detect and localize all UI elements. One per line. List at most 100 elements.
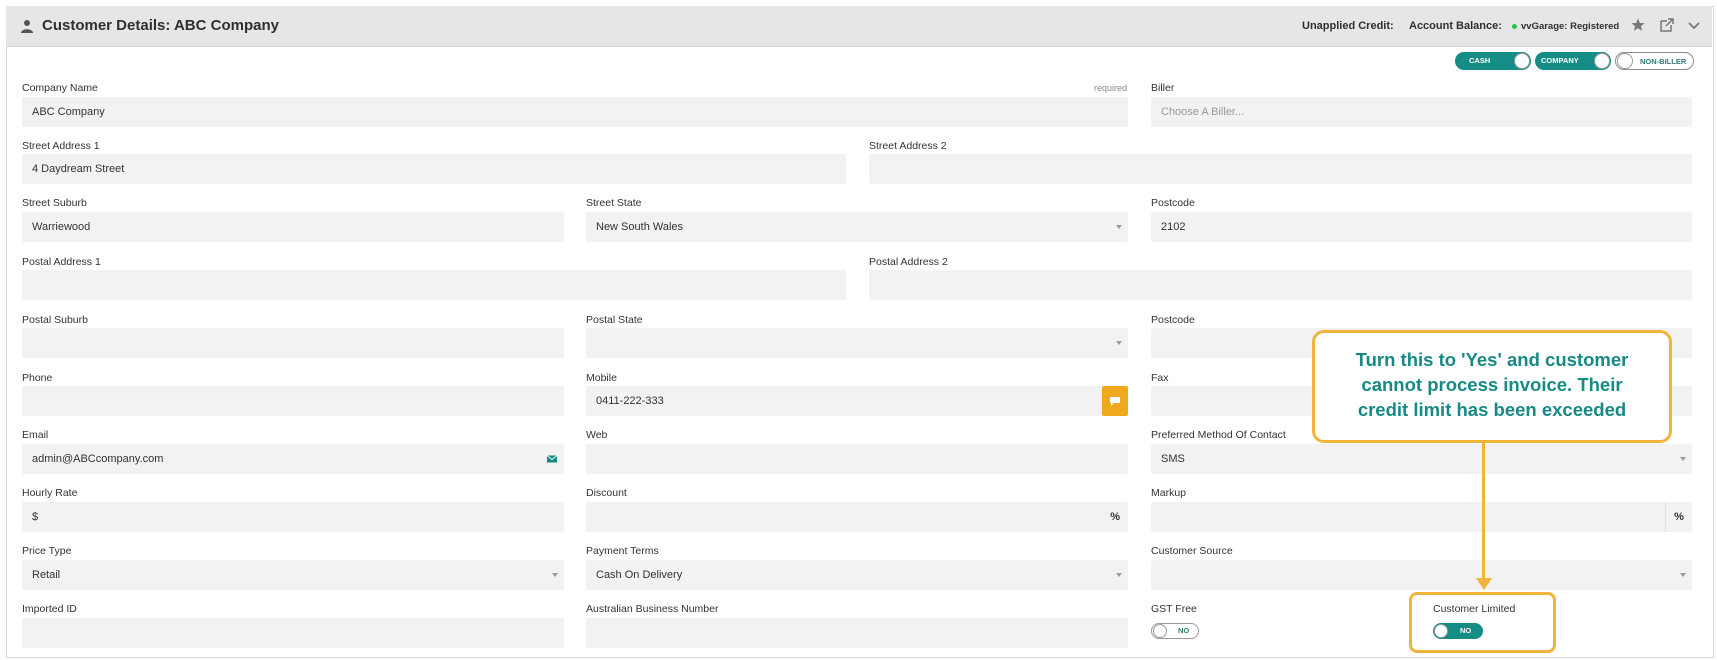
imported-id-input[interactable] <box>22 618 564 648</box>
cash-label: CASH <box>1469 56 1491 65</box>
street-suburb-input[interactable]: Warriewood <box>22 212 564 242</box>
hourly-rate-value: $ <box>32 511 39 523</box>
preferred-contact-label: Preferred Method Of Contact <box>1151 429 1286 441</box>
company-name-label: Company Name <box>22 82 98 94</box>
postal-suburb-input[interactable] <box>22 328 564 358</box>
customer-limited-highlight <box>1409 592 1556 653</box>
callout-line-3: credit limit has been exceeded <box>1357 399 1627 420</box>
mobile-label: Mobile <box>586 372 617 384</box>
postal-state-select[interactable] <box>586 328 1128 358</box>
street-address-1-value: 4 Daydream Street <box>32 163 125 175</box>
chevron-down-icon[interactable] <box>1686 17 1702 33</box>
annotation-arrow-head <box>1476 578 1492 590</box>
postal-suburb-label: Postal Suburb <box>22 314 88 326</box>
payment-terms-label: Payment Terms <box>586 545 659 557</box>
street-address-2-label: Street Address 2 <box>869 140 947 152</box>
postal-state-label: Postal State <box>586 314 643 326</box>
envelope-icon[interactable] <box>546 453 558 465</box>
company-name-value: ABC Company <box>32 106 105 118</box>
page-title: Customer Details: ABC Company <box>42 17 279 34</box>
web-label: Web <box>586 429 608 441</box>
street-state-select[interactable]: New South Wales <box>586 212 1128 242</box>
hourly-rate-label: Hourly Rate <box>22 487 78 499</box>
vvgarage-status: vvGarage: Registered <box>1521 21 1620 32</box>
account-balance-label: Account Balance: <box>1409 20 1502 32</box>
company-knob <box>1594 53 1610 69</box>
phone-input[interactable] <box>22 386 564 416</box>
unapplied-credit-label: Unapplied Credit: <box>1302 20 1394 32</box>
street-state-value: New South Wales <box>596 221 684 233</box>
price-type-select[interactable]: Retail <box>22 560 564 590</box>
biller-select[interactable]: Choose A Biller... <box>1151 97 1692 127</box>
chat-icon <box>1110 397 1120 406</box>
payment-terms-caret-icon <box>1116 573 1122 577</box>
payment-terms-value: Cash On Delivery <box>596 569 683 581</box>
preferred-contact-value: SMS <box>1161 453 1185 465</box>
mobile-input[interactable]: 0411-222-333 <box>586 386 1128 416</box>
person-icon <box>21 20 33 33</box>
markup-label: Markup <box>1151 487 1187 499</box>
postal-address-1-input[interactable] <box>22 270 846 300</box>
fax-label: Fax <box>1151 372 1169 384</box>
postal-state-caret-icon <box>1116 341 1122 345</box>
non-biller-knob <box>1617 53 1633 69</box>
annotation-arrow-line <box>1482 443 1485 579</box>
payment-terms-select[interactable]: Cash On Delivery <box>586 560 1128 590</box>
street-state-label: Street State <box>586 197 642 209</box>
street-suburb-label: Street Suburb <box>22 197 87 209</box>
cash-knob <box>1514 53 1530 69</box>
callout-line-2: cannot process invoice. Their <box>1361 374 1623 395</box>
customer-source-caret-icon <box>1680 573 1686 577</box>
required-hint: required <box>1094 83 1128 93</box>
gst-free-label: GST Free <box>1151 603 1197 615</box>
imported-id-label: Imported ID <box>22 603 77 615</box>
price-type-label: Price Type <box>22 545 72 557</box>
abn-label: Australian Business Number <box>586 603 719 615</box>
biller-placeholder: Choose A Biller... <box>1161 106 1245 118</box>
postal-address-2-label: Postal Address 2 <box>869 256 948 268</box>
street-postcode-input[interactable]: 2102 <box>1151 212 1692 242</box>
abn-input[interactable] <box>586 618 1128 648</box>
status-dot <box>1512 24 1517 29</box>
company-name-input[interactable]: ABC Company <box>22 97 1128 127</box>
company-label: COMPANY <box>1541 56 1579 65</box>
markup-percent-suffix: % <box>1665 502 1692 532</box>
callout-text: Turn this to 'Yes' and customer cannot p… <box>1315 347 1669 422</box>
hourly-rate-input[interactable]: $ <box>22 502 564 532</box>
discount-input[interactable]: % <box>586 502 1128 532</box>
external-link-icon[interactable] <box>1659 17 1675 33</box>
customer-source-select[interactable] <box>1151 560 1692 590</box>
street-address-1-input[interactable]: 4 Daydream Street <box>22 154 846 184</box>
postal-address-2-input[interactable] <box>869 270 1692 300</box>
gst-free-state: NO <box>1178 626 1190 635</box>
gst-free-toggle[interactable]: NO <box>1151 623 1199 639</box>
star-icon[interactable] <box>1630 17 1646 33</box>
mobile-value: 0411-222-333 <box>596 395 664 407</box>
street-address-1-label: Street Address 1 <box>22 140 100 152</box>
postal-address-1-label: Postal Address 1 <box>22 256 101 268</box>
biller-label: Biller <box>1151 82 1175 94</box>
callout-line-1: Turn this to 'Yes' and customer <box>1355 349 1629 370</box>
preferred-contact-caret-icon <box>1680 457 1686 461</box>
price-type-value: Retail <box>32 569 61 581</box>
email-label: Email <box>22 429 49 441</box>
non-biller-label: NON-BILLER <box>1640 57 1687 66</box>
street-suburb-value: Warriewood <box>32 221 91 233</box>
street-postcode-label: Postcode <box>1151 197 1195 209</box>
discount-label: Discount <box>586 487 627 499</box>
send-sms-button[interactable] <box>1102 386 1128 416</box>
discount-percent-suffix: % <box>1110 511 1120 523</box>
non-biller-toggle[interactable]: NON-BILLER <box>1615 52 1694 70</box>
company-toggle[interactable]: COMPANY <box>1535 52 1611 70</box>
gst-free-knob <box>1153 624 1167 638</box>
markup-input[interactable]: % <box>1151 502 1692 532</box>
street-address-2-input[interactable] <box>869 154 1692 184</box>
email-value: admin@ABCcompany.com <box>32 453 164 465</box>
customer-source-label: Customer Source <box>1151 545 1233 557</box>
price-type-caret-icon <box>552 573 558 577</box>
preferred-contact-select[interactable]: SMS <box>1151 444 1692 474</box>
web-input[interactable] <box>586 444 1128 474</box>
cash-toggle[interactable]: CASH <box>1455 52 1531 70</box>
email-input[interactable]: admin@ABCcompany.com <box>22 444 564 474</box>
phone-label: Phone <box>22 372 53 384</box>
